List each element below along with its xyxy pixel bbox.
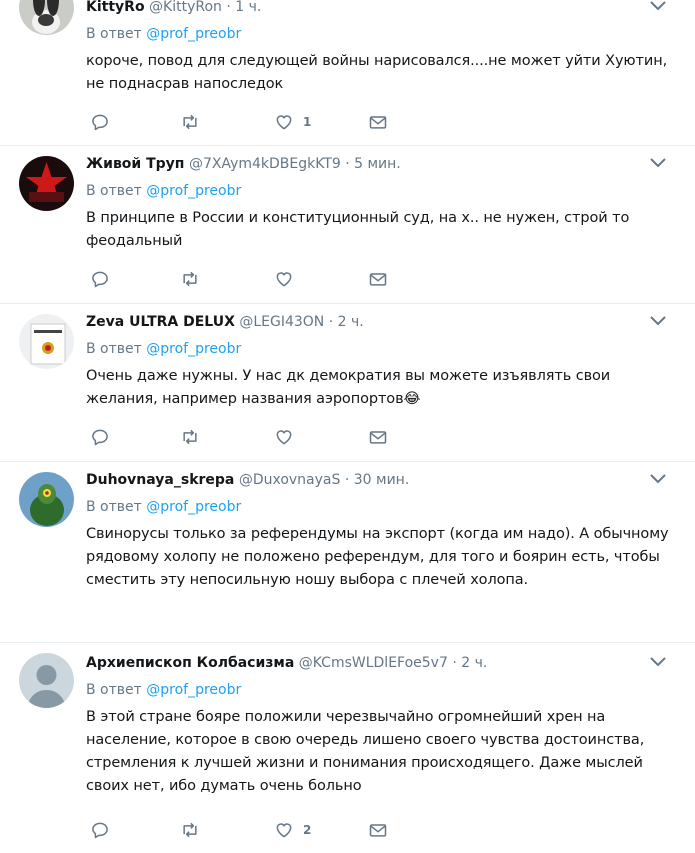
chevron-down-icon[interactable]	[649, 472, 667, 486]
tweet[interactable]: KittyRo @KittyRon · 1 ч. В ответ @prof_p…	[0, 0, 695, 146]
like-count: 1	[303, 115, 312, 129]
avatar[interactable]	[19, 156, 74, 211]
reply-context: В ответ @prof_preobr	[86, 24, 677, 44]
reply-to-link[interactable]: @prof_preobr	[146, 682, 241, 698]
retweet-button[interactable]	[180, 268, 200, 290]
heart-icon	[276, 823, 292, 838]
envelope-icon	[369, 431, 387, 444]
tweet-actions: 2	[90, 819, 410, 841]
like-button[interactable]	[274, 268, 303, 290]
retweet-button[interactable]	[180, 111, 200, 133]
tweet-actions	[90, 268, 410, 290]
plankton-avatar-icon	[19, 472, 74, 527]
tweet[interactable]: Zeva ULTRA DELUX @LEGI43ON · 2 ч. В отве…	[0, 304, 695, 462]
retweet-icon	[183, 822, 197, 838]
chevron-down-icon[interactable]	[649, 655, 667, 669]
reply-context: В ответ @prof_preobr	[86, 680, 677, 700]
reply-button[interactable]	[90, 268, 110, 290]
retweet-icon	[183, 114, 197, 130]
avatar[interactable]	[19, 0, 74, 35]
reply-prefix: В ответ	[86, 499, 142, 515]
separator-dot: ·	[226, 0, 231, 15]
tweet-time[interactable]: 5 мин.	[354, 156, 401, 172]
bunny-avatar-icon	[19, 0, 74, 35]
chevron-down-icon[interactable]	[649, 0, 667, 13]
reply-icon	[92, 822, 108, 839]
chevron-down-icon[interactable]	[649, 314, 667, 328]
author-handle[interactable]: @LEGI43ON	[239, 314, 324, 330]
author-name[interactable]: Архиепископ Колбасизма	[86, 655, 294, 671]
chevron-down-icon[interactable]	[649, 156, 667, 170]
reply-button[interactable]	[90, 819, 110, 841]
direct-message-button[interactable]	[368, 111, 388, 133]
author-handle[interactable]: @7XAym4kDBEgkKT9	[189, 156, 341, 172]
red-star-avatar-icon	[19, 156, 74, 211]
reply-prefix: В ответ	[86, 26, 142, 42]
default-avatar-icon	[19, 653, 74, 708]
author-handle[interactable]: @DuxovnayaS	[239, 472, 341, 488]
retweet-icon	[183, 271, 197, 287]
avatar[interactable]	[19, 472, 74, 527]
separator-dot: ·	[345, 156, 350, 172]
tweet-text: В принципе в России и конституционный су…	[86, 210, 630, 249]
reply-context: В ответ @prof_preobr	[86, 339, 677, 359]
tweet-text: короче, повод для следующей войны нарисо…	[86, 53, 668, 92]
like-button[interactable]: 1	[274, 111, 311, 133]
reply-button[interactable]	[90, 111, 110, 133]
author-handle[interactable]: @KCmsWLDlEFoe5v7	[299, 655, 448, 671]
envelope-icon	[369, 824, 387, 837]
author-name[interactable]: Duhovnaya_skrepa	[86, 472, 234, 488]
reply-prefix: В ответ	[86, 682, 142, 698]
tweet-time[interactable]: 2 ч.	[461, 655, 487, 671]
heart-icon	[276, 430, 292, 445]
author-name[interactable]: KittyRo	[86, 0, 145, 15]
like-count: 2	[303, 823, 312, 837]
like-button[interactable]	[274, 426, 303, 448]
direct-message-button[interactable]	[368, 819, 388, 841]
constitution-book-avatar-icon	[19, 314, 74, 369]
author-name[interactable]: Zeva ULTRA DELUX	[86, 314, 235, 330]
envelope-icon	[369, 273, 387, 286]
reply-button[interactable]	[90, 426, 110, 448]
like-button[interactable]: 2	[274, 819, 311, 841]
reply-to-link[interactable]: @prof_preobr	[146, 341, 241, 357]
author-name[interactable]: Живой Труп	[86, 156, 184, 172]
retweet-button[interactable]	[180, 426, 200, 448]
tweet-time[interactable]: 2 ч.	[338, 314, 364, 330]
reply-prefix: В ответ	[86, 183, 142, 199]
tweet-time[interactable]: 30 мин.	[354, 472, 410, 488]
heart-icon	[276, 115, 292, 130]
direct-message-button[interactable]	[368, 426, 388, 448]
reply-context: В ответ @prof_preobr	[86, 497, 677, 517]
tweet[interactable]: Архиепископ Колбасизма @KCmsWLDlEFoe5v7 …	[0, 643, 695, 853]
separator-dot: ·	[328, 314, 334, 330]
tweet-text: В этой стране бояре положили черезвычайн…	[86, 709, 645, 794]
tweet-actions	[90, 426, 410, 448]
reply-icon	[92, 114, 108, 131]
avatar[interactable]	[19, 314, 74, 369]
reply-to-link[interactable]: @prof_preobr	[146, 26, 241, 42]
retweet-button[interactable]	[180, 819, 200, 841]
envelope-icon	[369, 116, 387, 129]
tweet-feed: KittyRo @KittyRon · 1 ч. В ответ @prof_p…	[0, 0, 695, 853]
tweet[interactable]: Duhovnaya_skrepa @DuxovnayaS · 30 мин. В…	[0, 462, 695, 643]
reply-to-link[interactable]: @prof_preobr	[146, 499, 241, 515]
retweet-icon	[183, 429, 197, 445]
reply-context: В ответ @prof_preobr	[86, 181, 677, 201]
separator-dot: ·	[344, 472, 350, 488]
reply-prefix: В ответ	[86, 341, 142, 357]
avatar[interactable]	[19, 653, 74, 708]
author-handle[interactable]: @KittyRon	[149, 0, 222, 15]
direct-message-button[interactable]	[368, 268, 388, 290]
tweet-time[interactable]: 1 ч.	[235, 0, 261, 15]
tweet-text: Очень даже нужны. У нас дк демократия вы…	[86, 368, 611, 407]
tweet-actions: 1	[90, 111, 410, 133]
reply-icon	[92, 271, 108, 288]
heart-icon	[276, 272, 292, 287]
separator-dot: ·	[452, 655, 457, 671]
reply-icon	[92, 429, 108, 446]
tweet-text: Свинорусы только за референдумы на экспо…	[86, 526, 669, 588]
tweet[interactable]: Живой Труп @7XAym4kDBEgkKT9 · 5 мин. В о…	[0, 146, 695, 304]
reply-to-link[interactable]: @prof_preobr	[146, 183, 241, 199]
